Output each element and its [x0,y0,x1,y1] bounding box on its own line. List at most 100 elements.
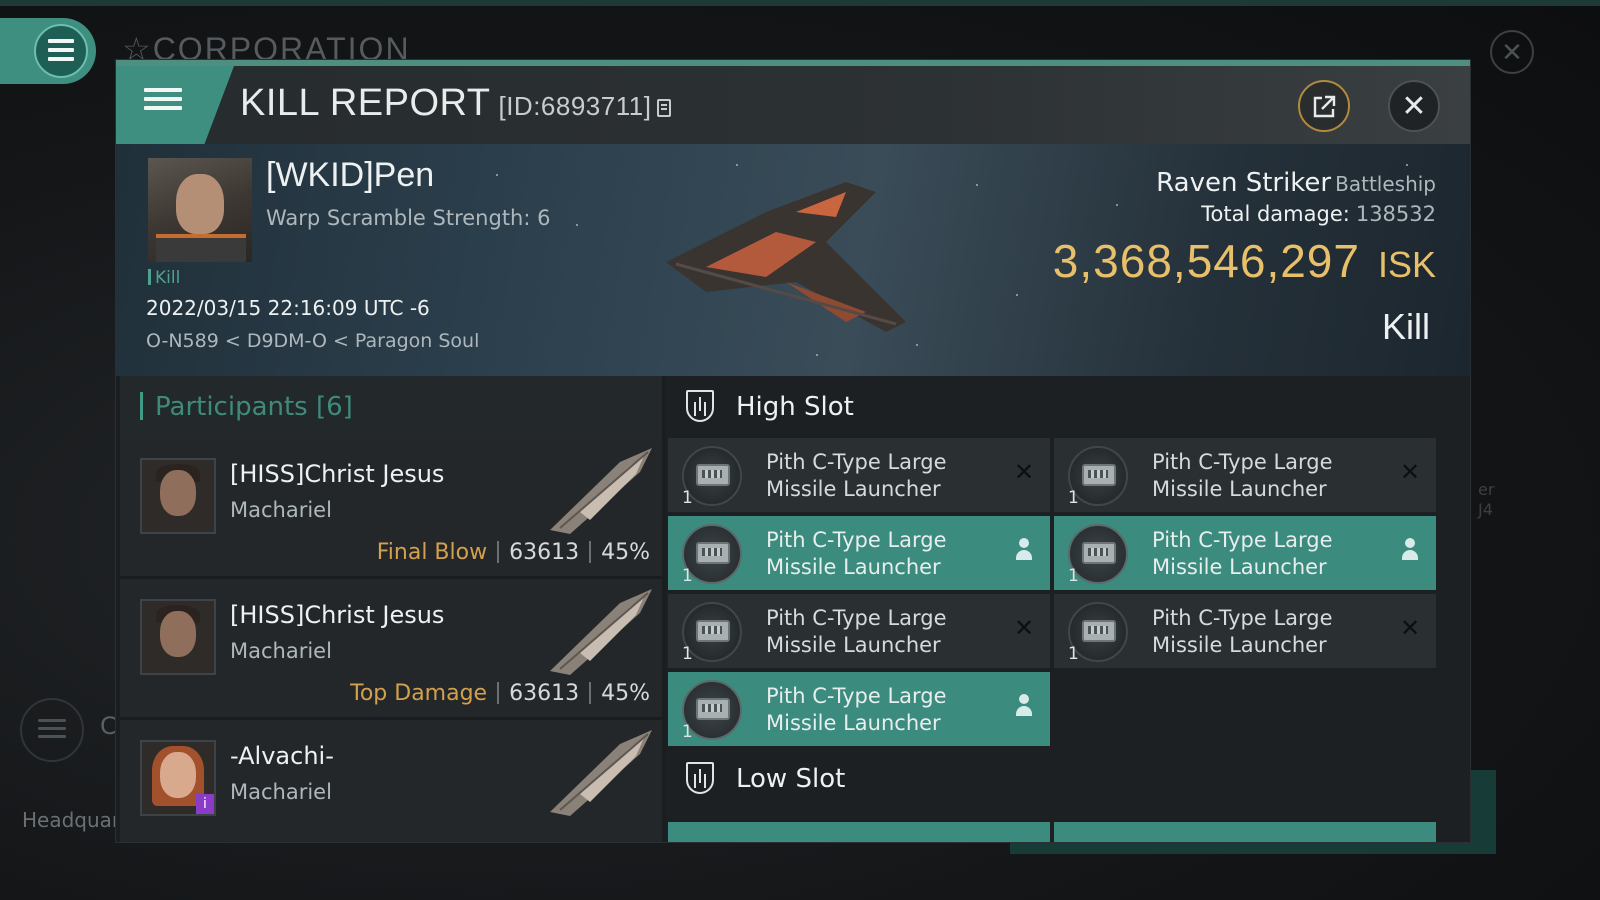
close-button[interactable]: ✕ [1388,80,1440,132]
participant-avatar [140,458,216,534]
participant-percent: 45% [601,681,650,706]
close-icon: ✕ [1401,89,1427,124]
module-name: Pith C-Type Large Missile Launcher [766,528,947,579]
participant-ship: Machariel [230,639,332,663]
ship-class: Battleship [1335,172,1436,196]
participant-stats: Final Blow 63613 45% [377,540,650,565]
destroyed-icon: ✕ [1013,458,1035,486]
victim-banner: [WKID]Pen Warp Scramble Strength: 6 Kill… [116,144,1470,376]
isk-value: 3,368,546,297 [1052,235,1360,287]
module-quantity: 1 [682,566,693,586]
kill-tag: Kill [148,268,180,288]
hamburger-icon [38,719,66,743]
background-menu-button[interactable] [20,698,84,762]
main-menu-circle [34,24,88,78]
dropped-person-icon [1398,538,1422,562]
module-name: Pith C-Type Large Missile Launcher [1152,528,1333,579]
destroyed-icon: ✕ [1013,614,1035,642]
background-close-icon[interactable]: ✕ [1490,30,1534,74]
module-item[interactable]: 1 Pith C-Type Large Missile Launcher ✕ [1054,594,1436,668]
participant-damage: 63613 [509,540,580,565]
module-quantity: 1 [682,722,693,742]
dropped-person-icon [1012,538,1036,562]
participant-row[interactable]: [HISS]Christ Jesus Machariel Top Damage 6… [120,579,662,720]
participant-ship: Machariel [230,780,332,804]
module-item[interactable]: 1 Pith C-Type Large Missile Launcher ✕ [1054,438,1436,512]
participants-title: Participants [6] [140,392,353,422]
high-slot-header: High Slot [666,376,1470,438]
hamburger-icon [144,88,182,115]
background-headquarters-label: Headquar [22,808,121,832]
participant-avatar: i [140,740,216,816]
victim-ship-image[interactable] [646,172,926,352]
participant-avatar [140,599,216,675]
participant-name: [HISS]Christ Jesus [230,601,445,629]
module-quantity: 1 [1068,644,1079,664]
participant-row[interactable]: [HISS]Christ Jesus Machariel Final Blow 6… [120,438,662,579]
hamburger-icon [48,39,74,66]
participant-ship-image [550,730,652,816]
participant-damage: 63613 [509,681,580,706]
participant-name: [HISS]Christ Jesus [230,460,445,488]
high-slot-icon [686,390,714,422]
share-icon [1313,95,1336,118]
ship-type[interactable]: Raven Striker Battleship [1156,168,1436,198]
background-top-bar [0,0,1600,6]
module-item[interactable]: 1 Pith C-Type Large Missile Launcher ✕ [668,594,1050,668]
module-name: Pith C-Type Large Missile Launcher [766,606,947,657]
low-slot-header: Low Slot [666,748,1470,810]
kill-location[interactable]: O-N589 < D9DM-O < Paragon Soul [146,330,479,352]
ship-name: Raven Striker [1156,168,1332,198]
victim-portrait[interactable] [148,158,252,262]
participants-panel: Participants [6] [HISS]Christ Jesus Mach… [120,376,662,842]
module-name: Pith C-Type Large Missile Launcher [1152,606,1333,657]
background-right-text: er J4 [1478,480,1495,519]
isk-unit: ISK [1377,244,1436,285]
participants-header[interactable]: Participants [6] [120,376,662,438]
module-quantity: 1 [682,644,693,664]
participant-ship: Machariel [230,498,332,522]
low-slot-module-partial[interactable] [1054,822,1436,842]
high-slot-title: High Slot [736,392,854,422]
participant-role: Final Blow [376,540,488,565]
result-label: Kill [1381,306,1430,347]
module-item[interactable]: 1 Pith C-Type Large Missile Launcher ✕ [668,438,1050,512]
low-slot-module-partial[interactable] [668,822,1050,842]
module-name: Pith C-Type Large Missile Launcher [766,450,947,501]
module-name: Pith C-Type Large Missile Launcher [1152,450,1333,501]
info-badge-icon: i [196,794,214,814]
kill-report-dialog: KILL REPORT [ID:6893711] ✕ [WKID]Pen Warp… [116,60,1470,842]
participant-percent: 45% [601,540,650,565]
total-damage: Total damage: 138532 [1201,202,1436,226]
participant-row[interactable]: i -Alvachi- Machariel [120,720,662,842]
module-item[interactable]: 1 Pith C-Type Large Missile Launcher [668,672,1050,746]
main-menu-button[interactable] [0,18,96,84]
dialog-title-text: KILL REPORT [240,82,491,124]
participant-name: -Alvachi- [230,742,334,770]
share-button[interactable] [1298,80,1350,132]
fitting-panel: High Slot 1 Pith C-Type Large Missile La… [666,376,1470,842]
module-item[interactable]: 1 Pith C-Type Large Missile Launcher [668,516,1050,590]
dialog-menu-button[interactable] [116,66,234,144]
warp-scramble-strength: Warp Scramble Strength: 6 [266,206,551,230]
kill-datetime: 2022/03/15 22:16:09 UTC -6 [146,296,430,320]
participant-stats: Top Damage 63613 45% [350,681,650,706]
destroyed-icon: ✕ [1399,614,1421,642]
report-id: [ID:6893711] [498,91,652,121]
dropped-person-icon [1012,694,1036,718]
dialog-header: KILL REPORT [ID:6893711] ✕ [116,66,1470,144]
participant-ship-image [550,589,652,675]
victim-name[interactable]: [WKID]Pen [266,156,434,195]
participant-ship-image [550,448,652,534]
module-quantity: 1 [1068,488,1079,508]
low-slot-title: Low Slot [736,764,846,794]
low-slot-icon [686,762,714,794]
isk-value-row: 3,368,546,297 ISK [1053,234,1436,288]
total-damage-label: Total damage: [1201,202,1350,226]
destroyed-icon: ✕ [1399,458,1421,486]
copy-icon[interactable] [657,99,672,117]
module-quantity: 1 [1068,566,1079,586]
module-name: Pith C-Type Large Missile Launcher [766,684,947,735]
background-side-letter: C [100,712,117,740]
module-item[interactable]: 1 Pith C-Type Large Missile Launcher [1054,516,1436,590]
